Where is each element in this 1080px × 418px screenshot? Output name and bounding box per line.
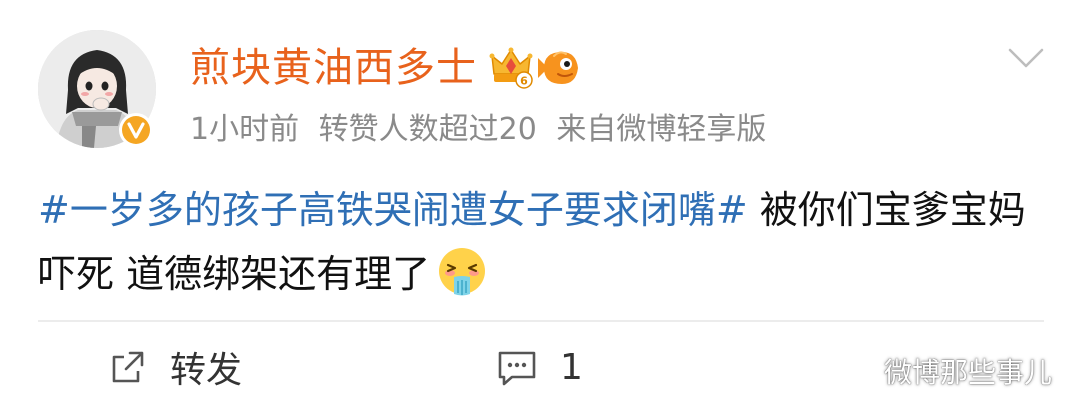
author-name[interactable]: 煎块黄油西多士 [190,44,477,92]
verified-badge-icon [119,113,153,147]
chevron-down-icon[interactable] [1004,44,1048,74]
share-icon [112,351,144,383]
crown-badge-icon[interactable]: 6 [488,44,534,90]
post-time: 1小时前 [190,112,300,147]
post-source[interactable]: 来自微博轻享版 [556,112,766,147]
svg-text:6: 6 [520,75,528,88]
vomit-emoji-icon [439,248,486,296]
hashtag-link[interactable]: #一岁多的孩子高铁哭闹遭女子要求闭嘴# [38,188,748,232]
forward-label: 转发 [170,350,243,391]
watermark: 微博那些事儿 [832,346,1052,396]
post-content: #一岁多的孩子高铁哭闹遭女子要求闭嘴# 被你们宝爹宝妈吓死 道德绑架还有理了 [38,178,1048,306]
weibo-post: 煎块黄油西多士 6 1小时前 转赞人数超过20 来自微博轻享版 #一岁多的孩子高… [0,0,1080,418]
comment-count: 1 [560,346,583,388]
forward-button[interactable]: 转发 [108,340,242,394]
watermark-text: 微博那些事儿 [884,356,1053,389]
comment-button[interactable]: 1 [496,340,583,394]
post-meta: 1小时前 转赞人数超过20 来自微博轻享版 [190,110,776,150]
comment-icon [498,351,536,386]
fish-badge-icon[interactable] [536,46,584,90]
divider [38,320,1044,322]
wechat-logo-icon [833,355,874,387]
post-reposts-note: 转赞人数超过20 [318,112,537,147]
